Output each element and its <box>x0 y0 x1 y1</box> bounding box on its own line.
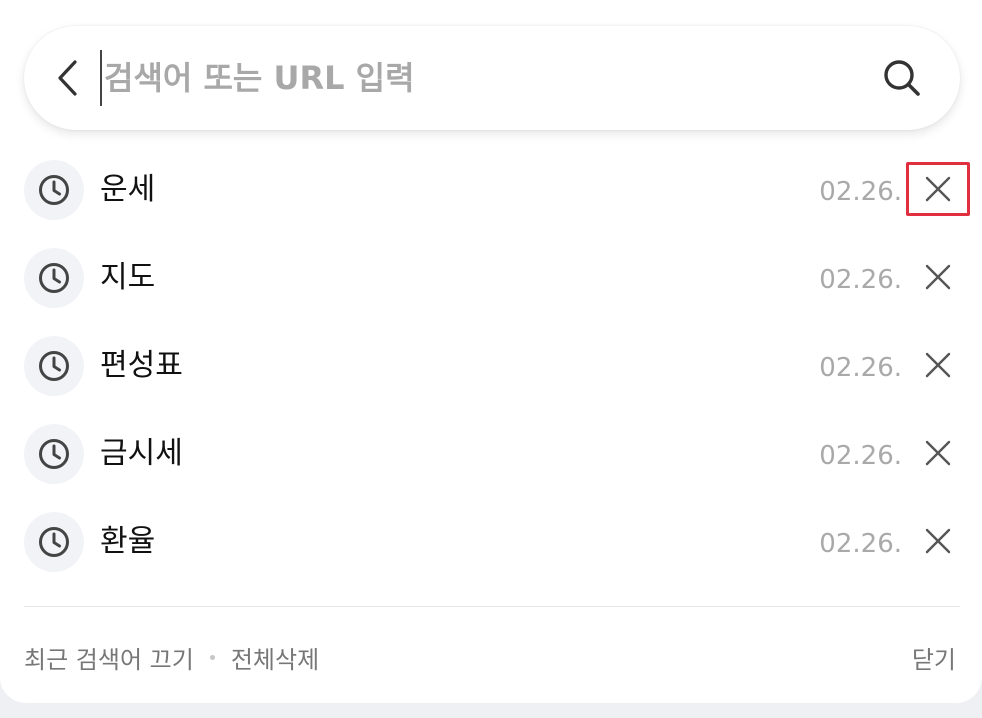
list-item: 지도 02.26. <box>0 234 982 322</box>
delete-item-button[interactable] <box>906 250 970 304</box>
delete-item-button[interactable] <box>906 162 970 216</box>
delete-item-button[interactable] <box>906 514 970 568</box>
history-item-date: 02.26. <box>819 529 902 559</box>
list-item: 운세 02.26. <box>0 146 982 234</box>
history-item-label[interactable]: 환율 <box>100 522 155 562</box>
back-button[interactable] <box>44 52 92 104</box>
footer-actions: 최근 검색어 끄기 전체삭제 <box>24 640 319 675</box>
close-icon <box>925 264 951 290</box>
history-item-date: 02.26. <box>819 177 902 207</box>
clock-icon <box>39 175 69 205</box>
delete-all-button[interactable]: 전체삭제 <box>231 640 319 675</box>
separator-dot <box>209 655 215 660</box>
history-item-label[interactable]: 지도 <box>100 258 155 298</box>
search-icon <box>884 60 920 96</box>
search-button[interactable] <box>876 54 928 102</box>
history-item-date: 02.26. <box>819 265 902 295</box>
close-icon <box>925 176 951 202</box>
history-item-label[interactable]: 금시세 <box>100 434 183 474</box>
clock-icon-wrap <box>24 248 84 308</box>
history-item-date: 02.26. <box>819 353 902 383</box>
close-icon <box>925 352 951 378</box>
recent-search-panel: 운세 02.26. 지도 02.26. <box>0 0 982 703</box>
clock-icon <box>39 439 69 469</box>
history-item-label[interactable]: 운세 <box>100 170 155 210</box>
search-bar <box>24 26 960 130</box>
history-item-label[interactable]: 편성표 <box>100 346 183 386</box>
recent-search-list: 운세 02.26. 지도 02.26. 편성표 02.26. 금시세 02.26… <box>0 146 982 586</box>
clock-icon-wrap <box>24 512 84 572</box>
history-item-date: 02.26. <box>819 441 902 471</box>
list-item: 편성표 02.26. <box>0 322 982 410</box>
turn-off-recent-search-button[interactable]: 최근 검색어 끄기 <box>24 640 194 675</box>
close-icon <box>925 440 951 466</box>
clock-icon-wrap <box>24 160 84 220</box>
footer-divider <box>24 606 960 607</box>
search-input[interactable] <box>100 50 864 106</box>
clock-icon <box>39 351 69 381</box>
close-button[interactable]: 닫기 <box>912 640 956 675</box>
list-item: 금시세 02.26. <box>0 410 982 498</box>
delete-item-button[interactable] <box>906 426 970 480</box>
chevron-left-icon <box>58 60 77 96</box>
clock-icon-wrap <box>24 424 84 484</box>
clock-icon <box>39 263 69 293</box>
clock-icon <box>39 527 69 557</box>
delete-item-button[interactable] <box>906 338 970 392</box>
clock-icon-wrap <box>24 336 84 396</box>
list-item: 환율 02.26. <box>0 498 982 586</box>
close-icon <box>925 528 951 554</box>
